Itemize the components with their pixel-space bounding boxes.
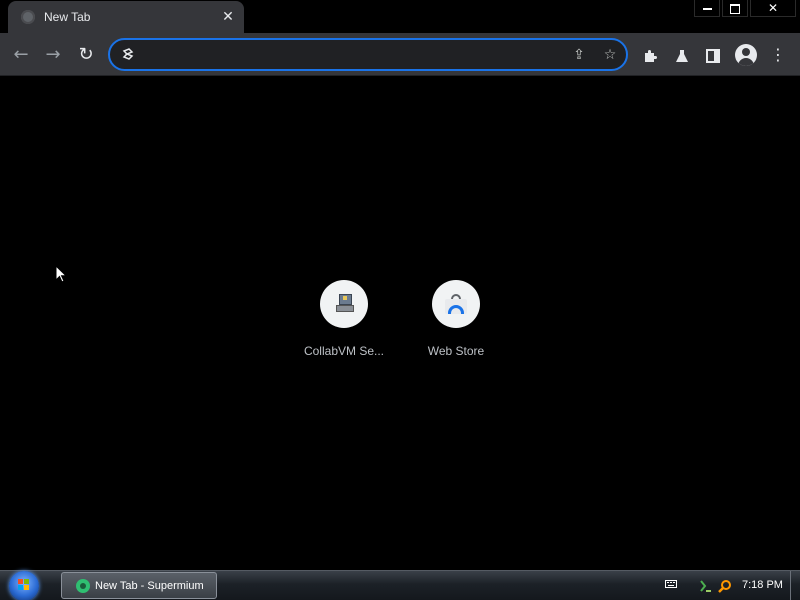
mouse-cursor-icon: [55, 265, 67, 283]
forward-button[interactable]: →: [41, 43, 65, 67]
taskbar-window-button[interactable]: New Tab - Supermium: [61, 572, 217, 599]
browser-menu-icon[interactable]: ⋮: [766, 43, 790, 67]
back-button[interactable]: ←: [9, 43, 33, 67]
window-controls: ✕: [692, 0, 796, 18]
profile-avatar-body: [738, 58, 754, 66]
share-icon[interactable]: ⇪: [568, 44, 590, 66]
labs-flask-icon[interactable]: [670, 43, 694, 67]
restore-icon: [730, 3, 740, 14]
browser-toolbar: ← → ↻ ⇪ ☆ ⋮: [0, 33, 800, 76]
restore-button[interactable]: [722, 0, 748, 17]
start-button[interactable]: [9, 571, 39, 600]
windows-logo-icon: [18, 579, 30, 591]
profile-avatar-button[interactable]: [735, 44, 757, 66]
shortcut-tile: [432, 280, 480, 328]
reload-button[interactable]: ↻: [74, 43, 98, 67]
desktop-screen: New Tab ✕ ✕ ← → ↻ ⇪ ☆ ⋮ CollabVM Se... W…: [0, 0, 800, 600]
shortcut-tile: [320, 280, 368, 328]
address-bar[interactable]: ⇪ ☆: [108, 38, 628, 71]
web-store-icon: [445, 294, 467, 314]
taskbar-window-label: New Tab - Supermium: [95, 580, 204, 592]
shortcut-label: CollabVM Se...: [303, 344, 385, 358]
collabvm-icon: [336, 294, 354, 312]
show-desktop-button[interactable]: [790, 571, 800, 600]
browser-titlebar: New Tab ✕ ✕: [0, 0, 800, 33]
shortcut-web-store[interactable]: Web Store: [400, 280, 512, 370]
search-icon[interactable]: [718, 579, 732, 593]
network-icon[interactable]: [699, 579, 713, 593]
close-window-button[interactable]: ✕: [750, 0, 796, 17]
minimize-icon: [702, 7, 712, 10]
shortcut-label: Web Store: [427, 344, 485, 358]
site-info-icon[interactable]: [120, 47, 135, 62]
extensions-puzzle-icon[interactable]: [638, 43, 662, 67]
bookmark-star-icon[interactable]: ☆: [599, 44, 621, 66]
supermium-icon: [76, 579, 90, 593]
windows-taskbar: New Tab - Supermium 7:18 PM: [0, 570, 800, 600]
address-input[interactable]: [142, 44, 566, 67]
side-panel-icon[interactable]: [701, 43, 725, 67]
taskbar-clock[interactable]: 7:18 PM: [742, 579, 783, 591]
tab-close-icon[interactable]: ✕: [218, 7, 238, 27]
shortcut-collabvm[interactable]: CollabVM Se...: [288, 280, 400, 370]
new-tab-page: CollabVM Se... Web Store: [0, 76, 800, 570]
profile-avatar-icon: [742, 48, 750, 56]
tab-new-tab[interactable]: New Tab ✕: [8, 1, 244, 33]
globe-icon: [21, 10, 35, 24]
minimize-button[interactable]: [694, 0, 720, 17]
keyboard-icon[interactable]: [664, 579, 678, 593]
tab-title: New Tab: [44, 10, 91, 24]
